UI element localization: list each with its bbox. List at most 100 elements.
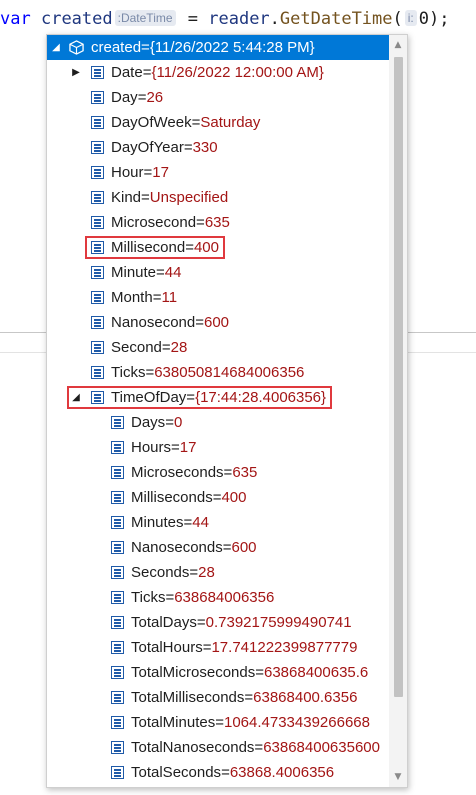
datatip-row-minute[interactable]: Minute=44 <box>47 260 389 285</box>
property-value: {17:44:28.4006356} <box>195 389 327 406</box>
row-text: DayOfYear=330 <box>111 135 218 160</box>
triangle-right-icon[interactable]: ▶ <box>69 60 83 85</box>
datatip-row-kind[interactable]: Kind=Unspecified <box>47 185 389 210</box>
datatip-row-second[interactable]: Second=28 <box>47 335 389 360</box>
property-value: 635 <box>204 214 230 231</box>
datatip-row-date[interactable]: ▶ Date={11/26/2022 12:00:00 AM} <box>47 60 389 85</box>
property-icon <box>111 741 124 754</box>
datatip-row-timeofday-nanoseconds[interactable]: Nanoseconds=600 <box>47 535 389 560</box>
datatip-row-dayofweek[interactable]: DayOfWeek=Saturday <box>47 110 389 135</box>
triangle-down-icon[interactable]: ◢ <box>49 35 63 60</box>
datatip-row-timeofday-days[interactable]: Days=0 <box>47 410 389 435</box>
datatip-row-timeofday-minutes[interactable]: Minutes=44 <box>47 510 389 535</box>
property-value: 638050814684006356 <box>154 364 305 381</box>
row-text: Kind=Unspecified <box>111 185 228 210</box>
datatip-row-timeofday-hours[interactable]: Hours=17 <box>47 435 389 460</box>
variable-created[interactable]: created <box>41 9 113 29</box>
datatip-row-timeofday[interactable]: ◢ TimeOfDay={17:44:28.4006356} <box>47 385 389 410</box>
property-icon <box>91 391 104 404</box>
datatip-row-ticks[interactable]: Ticks=638050814684006356 <box>47 360 389 385</box>
property-icon <box>111 441 124 454</box>
type-inlay-hint: :DateTime <box>114 10 176 26</box>
datatip-row-timeofday-totalseconds[interactable]: TotalSeconds=63868.4006356 <box>47 760 389 785</box>
row-text: Ticks=638050814684006356 <box>111 360 304 385</box>
property-name: Hour <box>111 164 144 181</box>
datatip-row-timeofday-totaldays[interactable]: TotalDays=0.7392175999490741 <box>47 610 389 635</box>
datatip-row-timeofday-milliseconds[interactable]: Milliseconds=400 <box>47 485 389 510</box>
equals-sign: = <box>195 314 204 331</box>
row-text: TotalHours=17.741222399877779 <box>131 635 357 660</box>
property-icon <box>111 516 124 529</box>
property-name: Millisecond <box>111 239 186 256</box>
datatip-scrollbar[interactable]: ▲ ▼ <box>389 35 407 787</box>
method-getdatetime: GetDateTime <box>279 9 393 29</box>
property-icon <box>111 766 124 779</box>
equals-sign: = <box>143 164 153 181</box>
close-paren: ); <box>429 9 450 29</box>
scroll-thumb[interactable] <box>394 57 403 697</box>
object-reader: reader <box>208 9 270 29</box>
property-value: 63868400635600 <box>263 739 380 756</box>
datatip-row-timeofday-totalhours[interactable]: TotalHours=17.741222399877779 <box>47 635 389 660</box>
datatip-row-timeofday-totalmicroseconds[interactable]: TotalMicroseconds=63868400635.6 <box>47 660 389 685</box>
property-name: TotalMinutes <box>131 714 216 731</box>
property-icon <box>111 616 124 629</box>
triangle-down-icon[interactable]: ◢ <box>69 385 83 410</box>
property-value: 63868.4006356 <box>229 764 335 781</box>
row-text: Millisecond=400 <box>111 235 219 260</box>
scroll-up-arrow-icon[interactable]: ▲ <box>389 37 407 53</box>
property-name: Seconds <box>131 564 190 581</box>
property-icon <box>111 666 124 679</box>
row-text: TimeOfDay={17:44:28.4006356} <box>111 385 326 410</box>
datatip-row-day[interactable]: Day=26 <box>47 85 389 110</box>
property-name: Ticks <box>131 589 166 606</box>
cube-icon <box>69 40 84 55</box>
datatip-row-timeofday-totalmilliseconds[interactable]: TotalMilliseconds=63868400.6356 <box>47 685 389 710</box>
property-icon <box>111 641 124 654</box>
datatip-row-timeofday-totalminutes[interactable]: TotalMinutes=1064.4733439266668 <box>47 710 389 735</box>
property-icon <box>91 316 104 329</box>
equals-sign: = <box>221 764 230 781</box>
scroll-down-arrow-icon[interactable]: ▼ <box>389 769 407 785</box>
datatip-row-millisecond[interactable]: Millisecond=400 <box>47 235 389 260</box>
row-text: Hour=17 <box>111 160 169 185</box>
property-name: Minute <box>111 264 157 281</box>
datatip-row-dayofyear[interactable]: DayOfYear=330 <box>47 135 389 160</box>
equals-sign: = <box>183 139 193 156</box>
row-text: Date={11/26/2022 12:00:00 AM} <box>111 60 324 85</box>
datatip-row-month[interactable]: Month=11 <box>47 285 389 310</box>
row-text: TotalNanoseconds=63868400635600 <box>131 735 380 760</box>
datatip-row-created[interactable]: ◢ created={11/26/2022 5:44:28 PM} <box>47 35 389 60</box>
property-value: 330 <box>192 139 218 156</box>
datatip-popup[interactable]: ◢ created={11/26/2022 5:44:28 PM} ▶ Date={1… <box>46 34 408 788</box>
row-text: TotalMilliseconds=63868400.6356 <box>131 685 357 710</box>
equals-sign: = <box>189 564 199 581</box>
datatip-row-timeofday-seconds[interactable]: Seconds=28 <box>47 560 389 585</box>
property-icon <box>91 66 104 79</box>
datatip-row-hour[interactable]: Hour=17 <box>47 160 389 185</box>
property-icon <box>111 591 124 604</box>
property-name: Ticks <box>111 364 146 381</box>
datatip-row-microsecond[interactable]: Microsecond=635 <box>47 210 389 235</box>
property-value: Saturday <box>200 114 261 131</box>
property-icon <box>111 691 124 704</box>
property-value: 63868400.6356 <box>253 689 358 706</box>
equals-sign: = <box>156 264 165 281</box>
datatip-row-nanosecond[interactable]: Nanosecond=600 <box>47 310 389 335</box>
property-icon <box>91 166 104 179</box>
property-name: TotalNanoseconds <box>131 739 255 756</box>
equals-sign: = <box>186 389 196 406</box>
row-text: TotalDays=0.7392175999490741 <box>131 610 352 635</box>
row-text: Seconds=28 <box>131 560 215 585</box>
datatip-row-timeofday-ticks[interactable]: Ticks=638684006356 <box>47 585 389 610</box>
property-name: Minutes <box>131 514 184 531</box>
row-text: Day=26 <box>111 85 163 110</box>
datatip-row-timeofday-microseconds[interactable]: Microseconds=635 <box>47 460 389 485</box>
property-name: Day <box>111 89 138 106</box>
property-icon <box>91 266 104 279</box>
row-text: Second=28 <box>111 335 187 360</box>
property-name: Second <box>111 339 162 356</box>
datatip-row-timeofday-totalnanoseconds[interactable]: TotalNanoseconds=63868400635600 <box>47 735 389 760</box>
open-paren: ( <box>392 9 403 29</box>
property-value: 28 <box>198 564 215 581</box>
